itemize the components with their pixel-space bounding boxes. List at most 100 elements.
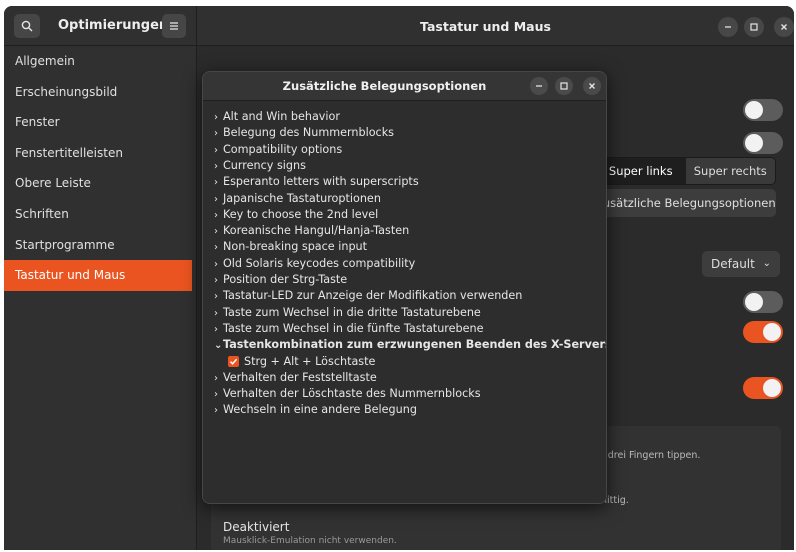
tree-item-currency[interactable]: › Currency signs [214,158,306,174]
tree-item-solaris[interactable]: › Old Solaris keycodes compatibility [214,256,415,272]
window-maximize-button[interactable] [744,17,764,37]
toggle-knob [745,134,763,152]
deaktiviert-description: Mausklick-Emulation nicht verwenden. [223,536,397,546]
sidebar-title: Optimierungen [58,18,169,33]
tree-item-nummernblock[interactable]: › Belegung des Nummernblocks [214,125,394,141]
tree-item-esperanto[interactable]: › Esperanto letters with superscripts [214,174,419,190]
tree-item-label: Koreanische Hangul/Hanja-Tasten [223,224,410,238]
checkbox-checked[interactable] [228,356,239,367]
tree-item-label: Taste zum Wechsel in die fünfte Tastatur… [223,321,484,335]
deaktiviert-option[interactable]: Deaktiviert [223,520,289,534]
chevron-right-icon: › [214,307,218,319]
sidebar-item-fenster[interactable]: Fenster [4,107,196,138]
window-close-button[interactable] [774,17,794,37]
tree-subitem-label: Strg + Alt + Löschtaste [244,354,376,368]
super-rechts-option[interactable]: Super rechts [686,158,776,184]
minimize-icon [725,26,731,28]
chevron-right-icon: › [214,193,218,205]
toggle-switch-3[interactable] [743,291,783,313]
dialog-minimize-button[interactable] [530,77,548,95]
sidebar-item-startprogramme[interactable]: Startprogramme [4,230,196,261]
tree-item-label: Tastenkombination zum erzwungenen Beende… [223,338,607,352]
dialog-maximize-button[interactable] [555,77,573,95]
window-minimize-button[interactable] [718,17,738,37]
toggle-switch-5[interactable] [743,377,783,399]
tree-item-second-level[interactable]: › Key to choose the 2nd level [214,207,378,223]
minimize-icon [536,85,542,87]
tree-item-switch-layout[interactable]: › Wechseln in eine andere Belegung [214,402,417,418]
tree-item-label: Tastatur-LED zur Anzeige der Modifikatio… [223,289,523,303]
page-title: Tastatur und Maus [420,19,551,34]
sidebar-item-obere-leiste[interactable]: Obere Leiste [4,168,196,199]
tree-item-capslock[interactable]: › Verhalten der Feststelltaste [214,370,377,386]
chevron-right-icon: › [214,209,218,221]
close-icon [781,24,787,30]
toggle-switch-1[interactable] [743,99,783,121]
sidebar-item-schriften[interactable]: Schriften [4,199,196,230]
toggle-switch-4[interactable] [743,321,783,343]
dialog-header: Zusätzliche Belegungsoptionen [203,72,606,101]
tree-item-label: Belegung des Nummernblocks [223,126,395,140]
chevron-right-icon: › [214,389,218,401]
acceleration-profile-dropdown[interactable]: Default ⌄ [702,251,780,277]
chevron-down-icon: ⌄ [762,258,771,269]
tree-item-fifth-level[interactable]: › Taste zum Wechsel in die fünfte Tastatu… [214,321,483,337]
sidebar-item-fenstertitelleisten[interactable]: Fenstertitelleisten [4,138,196,169]
chevron-right-icon: › [214,372,218,384]
sidebar-item-tastatur-und-maus[interactable]: Tastatur und Maus [4,260,192,291]
tree-item-terminate-xserver[interactable]: ⌄Tastenkombination zum erzwungenen Beend… [214,337,607,353]
tree-item-ctrl-position[interactable]: › Position der Strg-Taste [214,272,347,288]
chevron-right-icon: › [214,275,218,286]
chevron-right-icon: › [214,405,218,417]
tree-item-label: Japanische Tastaturoptionen [223,191,381,205]
tree-item-label: Position der Strg-Taste [223,273,348,286]
tree-item-label: Non-breaking space input [223,240,368,254]
sidebar-header: Optimierungen [4,6,197,46]
sidebar: Allgemein Erscheinungsbild Fenster Fenst… [4,46,197,550]
maximize-icon [560,82,568,90]
tree-item-label: Compatibility options [223,142,343,156]
dropdown-value: Default [711,257,755,271]
tree-item-nbsp[interactable]: › Non-breaking space input [214,239,367,255]
maximize-icon [750,23,758,31]
tree-item-third-level[interactable]: › Taste zum Wechsel in die dritte Tastatu… [214,305,481,321]
tree-item-label: Taste zum Wechsel in die dritte Tastatur… [223,305,481,319]
additional-layout-options-button[interactable]: Zusätzliche Belegungsoptionen [595,189,776,217]
search-button[interactable] [14,14,40,38]
super-links-option[interactable]: Super links [596,158,686,184]
super-key-segmented-control: Super links Super rechts [595,157,776,185]
tree-item-keypad-delete[interactable]: › Verhalten der Löschtaste des Nummernblo… [214,386,481,402]
toggle-knob [763,379,781,397]
tree-item-label: Wechseln in eine andere Belegung [223,403,417,417]
tree-item-japanese[interactable]: › Japanische Tastaturoptionen [214,191,381,207]
toggle-knob [763,323,781,341]
tree-item-label: Verhalten der Löschtaste des Nummernbloc… [223,387,481,401]
sidebar-item-allgemein[interactable]: Allgemein [4,46,196,77]
dialog-close-button[interactable] [583,77,601,95]
close-icon [589,83,595,89]
chevron-right-icon: › [214,242,218,254]
menu-button[interactable] [162,14,186,38]
tree-item-label: Alt and Win behavior [223,110,340,123]
tree-subitem-ctrl-alt-backspace[interactable]: Strg + Alt + Löschtaste [228,354,375,370]
chevron-right-icon: › [214,112,218,123]
tree-item-korean[interactable]: › Koreanische Hangul/Hanja-Tasten [214,223,409,239]
tree-item-compatibility[interactable]: › Compatibility options [214,142,342,158]
sidebar-item-erscheinungsbild[interactable]: Erscheinungsbild [4,77,196,108]
chevron-right-icon: › [214,128,218,140]
tree-item-label: Currency signs [223,158,306,172]
toggle-knob [745,293,763,311]
main-header: Tastatur und Maus [197,6,794,46]
chevron-right-icon: › [214,323,218,335]
toggle-switch-2[interactable] [743,132,783,154]
tree-item-led[interactable]: › Tastatur-LED zur Anzeige der Modifikati… [214,288,522,304]
chevron-right-icon: › [214,177,218,189]
hamburger-menu-icon [170,22,178,30]
additional-layout-options-dialog: Zusätzliche Belegungsoptionen › Alt and W… [202,71,607,504]
tree-item-label: Key to choose the 2nd level [223,207,379,221]
tweaks-window: Optimierungen Tastatur und Maus Allgemei… [4,6,794,550]
options-tree: › Alt and Win behavior › Belegung des Numm… [203,102,606,503]
tree-item-label: Verhalten der Feststelltaste [223,370,377,384]
chevron-right-icon: › [214,160,218,172]
tree-item-alt-win-behavior[interactable]: › Alt and Win behavior [214,109,340,125]
